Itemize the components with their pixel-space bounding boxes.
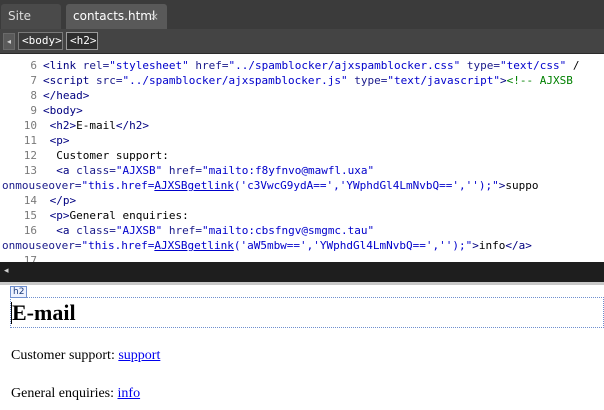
code-line[interactable]: 16 <a class="AJXSB" href="mailto:cbsfngv… bbox=[0, 223, 604, 238]
code-line[interactable]: 8 </head> bbox=[0, 88, 604, 103]
code-text: <script src="../spamblocker/ajxspamblock… bbox=[43, 74, 573, 87]
code-line[interactable]: 11 <p> bbox=[0, 133, 604, 148]
code-text: onmouseover="this.href=AJXSBgetlink('aW5… bbox=[2, 239, 532, 252]
page-heading[interactable]: E-mail bbox=[12, 299, 76, 327]
close-icon[interactable]: × bbox=[150, 4, 159, 29]
code-line[interactable]: 14 </p> bbox=[0, 193, 604, 208]
code-line[interactable]: 9 <body> bbox=[0, 103, 604, 118]
code-line[interactable]: 13 <a class="AJXSB" href="mailto:f8yfnvo… bbox=[0, 163, 604, 178]
scroll-left-icon[interactable]: ◂ bbox=[4, 266, 9, 276]
line-number: 17 bbox=[23, 254, 37, 262]
line-number: 15 bbox=[23, 209, 37, 222]
code-text: <link rel="stylesheet" href="../spambloc… bbox=[43, 59, 580, 72]
enquiries-label: General enquiries: bbox=[11, 386, 115, 401]
line-number: 14 bbox=[23, 194, 37, 207]
code-editor[interactable]: 6 <link rel="stylesheet" href="../spamblo… bbox=[0, 55, 604, 262]
line-number: 11 bbox=[23, 134, 37, 147]
text-caret bbox=[11, 302, 12, 324]
code-text: <p> bbox=[49, 134, 70, 147]
code-text: <p>General enquiries: bbox=[49, 209, 189, 222]
code-line[interactable]: 10 <h2>E-mail</h2> bbox=[0, 118, 604, 133]
line-number: 12 bbox=[23, 149, 37, 162]
line-number: 13 bbox=[23, 164, 37, 177]
line-number: 9 bbox=[30, 104, 37, 117]
line-number: 10 bbox=[23, 119, 37, 132]
tag-selector-body[interactable]: <body> bbox=[18, 32, 63, 50]
tag-selector-h2[interactable]: <h2> bbox=[66, 32, 98, 50]
code-text: <h2>E-mail</h2> bbox=[49, 119, 149, 132]
code-text: </p> bbox=[49, 194, 77, 207]
code-text: </head> bbox=[43, 89, 90, 102]
code-text: <a class="AJXSB" href="mailto:f8yfnvo@ma… bbox=[56, 164, 375, 177]
support-label: Customer support: bbox=[11, 348, 115, 363]
code-line[interactable]: onmouseover="this.href=AJXSBgetlink('aW5… bbox=[0, 238, 604, 253]
code-horizontal-scrollbar[interactable]: ◂ bbox=[0, 262, 604, 282]
code-text: Customer support: bbox=[43, 149, 169, 162]
code-line[interactable]: 15 <p>General enquiries: bbox=[0, 208, 604, 223]
tab-site-view[interactable]: Site View bbox=[1, 4, 61, 48]
design-view[interactable]: h2 E-mail Customer support: support Gene… bbox=[0, 285, 604, 410]
enquiries-paragraph[interactable]: General enquiries: info bbox=[11, 385, 140, 403]
document-tab-bar: Site View contacts.html × bbox=[0, 0, 604, 48]
support-link[interactable]: support bbox=[118, 348, 160, 363]
code-text: <a class="AJXSB" href="mailto:cbsfngv@sm… bbox=[56, 224, 375, 237]
line-number: 7 bbox=[30, 74, 37, 87]
line-number: 16 bbox=[23, 224, 37, 237]
code-text: onmouseover="this.href=AJXSBgetlink('c3V… bbox=[2, 179, 539, 192]
code-line[interactable]: 6 <link rel="stylesheet" href="../spamblo… bbox=[0, 58, 604, 73]
info-link[interactable]: info bbox=[118, 386, 141, 401]
tab-label: contacts.html bbox=[73, 9, 156, 23]
code-line[interactable]: onmouseover="this.href=AJXSBgetlink('c3V… bbox=[0, 178, 604, 193]
selected-element-outline bbox=[10, 297, 604, 328]
tab-contacts-html[interactable]: contacts.html × bbox=[66, 4, 167, 29]
tag-selector-bar: ◂ <body> <h2> bbox=[0, 29, 604, 54]
support-paragraph[interactable]: Customer support: support bbox=[11, 347, 160, 365]
line-number: 8 bbox=[30, 89, 37, 102]
chevron-left-icon[interactable]: ◂ bbox=[3, 33, 15, 50]
code-line[interactable]: 17 bbox=[0, 253, 604, 262]
code-line[interactable]: 12 Customer support: bbox=[0, 148, 604, 163]
line-number: 6 bbox=[30, 59, 37, 72]
code-line[interactable]: 7 <script src="../spamblocker/ajxspambloc… bbox=[0, 73, 604, 88]
code-text: <body> bbox=[43, 104, 83, 117]
